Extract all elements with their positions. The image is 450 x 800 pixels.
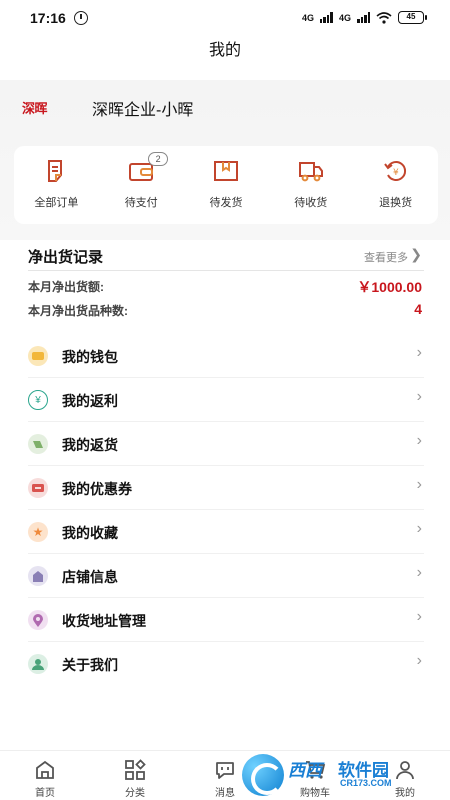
menu-item-about[interactable]: 关于我们 › — [0, 642, 450, 686]
chevron-right-icon: › — [416, 608, 422, 625]
menu-item-wallet[interactable]: 我的钱包 › — [0, 334, 450, 378]
menu-label: 我的返利 — [62, 393, 118, 409]
watermark-logo: 西西 软件园 CR173.COM — [242, 752, 442, 796]
monthly-amount-label: 本月净出货额: — [28, 280, 104, 294]
document-icon — [48, 160, 63, 182]
wallet-icon — [28, 346, 48, 366]
order-pending-payment-label: 待支付 — [124, 197, 158, 209]
status-time: 17:16 — [30, 10, 66, 26]
coupon-icon — [28, 478, 48, 498]
divider — [28, 270, 424, 271]
star-icon: ★ — [28, 522, 48, 542]
chevron-right-icon: › — [416, 388, 422, 405]
order-all[interactable]: 全部订单 — [21, 158, 91, 210]
truck-icon — [298, 162, 323, 182]
chevron-right-icon: › — [416, 564, 422, 581]
menu-label: 关于我们 — [62, 657, 118, 673]
watermark-domain: CR173.COM — [340, 778, 392, 788]
order-returns-label: 退换货 — [379, 197, 413, 209]
signal-icon-2 — [357, 12, 370, 23]
menu-label: 店铺信息 — [62, 569, 118, 585]
battery-icon: 45 — [398, 11, 427, 24]
view-more-link[interactable]: 查看更多 — [364, 249, 408, 265]
yen-icon: ¥ — [28, 390, 48, 410]
tab-label: 首页 — [35, 788, 55, 799]
shop-name[interactable]: 深晖企业-小晖 — [92, 96, 193, 120]
tab-label: 分类 — [125, 788, 145, 799]
monthly-kinds-label: 本月净出货品种数: — [28, 304, 128, 318]
shop-icon — [28, 566, 48, 586]
chevron-right-icon[interactable]: ❯ — [410, 246, 422, 263]
chevron-right-icon: › — [416, 344, 422, 361]
menu-label: 我的返货 — [62, 437, 118, 453]
chevron-right-icon: › — [416, 652, 422, 669]
menu-label: 我的钱包 — [62, 349, 118, 365]
order-pending-receipt[interactable]: 待收货 — [276, 158, 346, 210]
alarm-icon — [74, 11, 88, 25]
svg-text:¥: ¥ — [393, 168, 399, 178]
chevron-right-icon: › — [416, 476, 422, 493]
brand-logo: 深晖 — [22, 102, 48, 117]
tab-home[interactable]: 首页 — [0, 751, 90, 800]
location-icon — [28, 610, 48, 630]
message-icon — [216, 762, 234, 779]
home-icon — [36, 760, 54, 779]
chevron-right-icon: › — [416, 432, 422, 449]
menu-item-address[interactable]: 收货地址管理 › — [0, 598, 450, 642]
chevron-right-icon: › — [416, 520, 422, 537]
refund-icon: ¥ — [383, 161, 406, 181]
records-title: 净出货记录 — [28, 249, 104, 266]
menu-label: 收货地址管理 — [62, 613, 146, 629]
page-title: 我的 — [0, 36, 450, 80]
person-icon — [28, 654, 48, 674]
order-returns[interactable]: ¥ 退换货 — [361, 158, 431, 210]
order-all-label: 全部订单 — [34, 197, 79, 209]
menu-item-return-goods[interactable]: 我的返货 › — [0, 422, 450, 466]
category-icon — [125, 759, 146, 780]
monthly-kinds-value: 4 — [414, 301, 422, 317]
watermark-brand: 西西 — [288, 761, 322, 780]
return-goods-icon — [28, 434, 48, 454]
watermark-emblem-icon — [242, 754, 284, 796]
status-bar: 17:16 4G 4G 45 — [0, 0, 450, 36]
menu-item-coupons[interactable]: 我的优惠券 › — [0, 466, 450, 510]
box-icon — [213, 161, 238, 181]
monthly-amount-value: ￥1000.00 — [357, 279, 422, 295]
menu-label: 我的收藏 — [62, 525, 118, 541]
shipment-records: 净出货记录 查看更多 ❯ 本月净出货额: ￥1000.00 本月净出货品种数: … — [0, 240, 450, 330]
network-label-a: 4G — [301, 12, 314, 23]
network-label-b: 4G — [338, 12, 351, 23]
order-pending-shipment[interactable]: 待发货 — [191, 158, 261, 210]
status-indicators: 4G 4G 45 — [301, 11, 427, 24]
wifi-icon — [376, 11, 392, 24]
tab-category[interactable]: 分类 — [90, 751, 180, 800]
order-pending-shipment-label: 待发货 — [209, 197, 243, 209]
order-pending-receipt-label: 待收货 — [294, 197, 328, 209]
menu-item-shop-info[interactable]: 店铺信息 › — [0, 554, 450, 598]
menu-item-rebate[interactable]: ¥ 我的返利 › — [0, 378, 450, 422]
menu-list: 我的钱包 › ¥ 我的返利 › 我的返货 › 我的优惠券 › ★ 我的收藏 › … — [0, 334, 450, 686]
menu-label: 我的优惠券 — [62, 481, 132, 497]
pending-payment-badge: 2 — [148, 152, 169, 166]
order-status-card: 全部订单 2 待支付 待发货 待收货 ¥ 退换货 — [14, 146, 438, 224]
order-pending-payment[interactable]: 2 待支付 — [106, 152, 176, 210]
signal-icon — [319, 12, 333, 23]
menu-item-favorites[interactable]: ★ 我的收藏 › — [0, 510, 450, 554]
tab-label: 消息 — [215, 788, 235, 799]
